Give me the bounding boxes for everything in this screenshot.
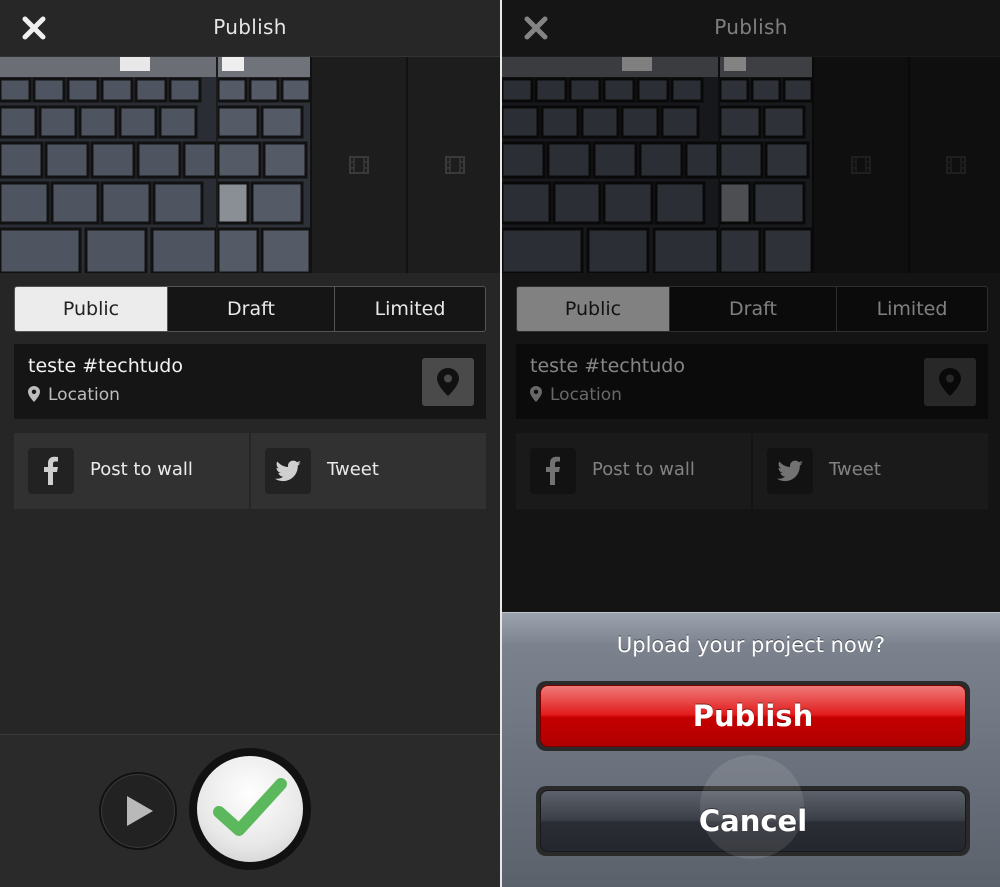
clip-thumbnail[interactable] (218, 57, 310, 273)
tweet-label: Tweet (327, 459, 379, 480)
clip-strip (0, 57, 500, 273)
add-location-button[interactable] (422, 358, 474, 406)
header: Publish (0, 0, 500, 57)
twitter-icon (265, 448, 311, 494)
post-to-wall-label: Post to wall (90, 459, 193, 480)
film-icon (349, 156, 369, 174)
checkmark-icon (213, 778, 287, 836)
page-title: Publish (213, 15, 287, 39)
confirm-publish-button[interactable] (189, 748, 311, 870)
location-pin-icon (28, 386, 40, 402)
tab-public[interactable]: Public (15, 287, 167, 331)
tab-draft[interactable]: Draft (167, 287, 334, 331)
empty-clip-slot[interactable] (310, 57, 406, 273)
post-details: teste #techtudo Location (14, 344, 486, 419)
facebook-share-button[interactable]: Post to wall (14, 433, 249, 509)
twitter-share-button[interactable]: Tweet (251, 433, 486, 509)
visibility-segmented-control: Public Draft Limited (14, 286, 486, 332)
clip-thumbnail[interactable] (0, 57, 216, 273)
publish-screen: Publish Public Draft Limited teste #tech… (0, 0, 500, 887)
publish-screen-dialog: Publish Public Draft Limited teste #tech… (502, 0, 1000, 887)
play-icon (127, 796, 153, 826)
location-label: Location (48, 385, 120, 405)
location-pin-icon (437, 368, 459, 396)
location-field[interactable]: Location (28, 385, 120, 405)
preview-play-button[interactable] (99, 772, 177, 850)
touch-indicator (700, 755, 804, 859)
tab-limited[interactable]: Limited (334, 287, 485, 331)
action-sheet: Upload your project now? Publish Cancel (502, 612, 1000, 887)
film-icon (445, 156, 465, 174)
caption-field[interactable]: teste #techtudo (28, 355, 183, 377)
empty-clip-slot[interactable] (406, 57, 500, 273)
facebook-icon (28, 448, 74, 494)
action-sheet-title: Upload your project now? (616, 633, 886, 657)
publish-button-label: Publish (692, 699, 814, 733)
publish-button[interactable]: Publish (536, 681, 970, 751)
